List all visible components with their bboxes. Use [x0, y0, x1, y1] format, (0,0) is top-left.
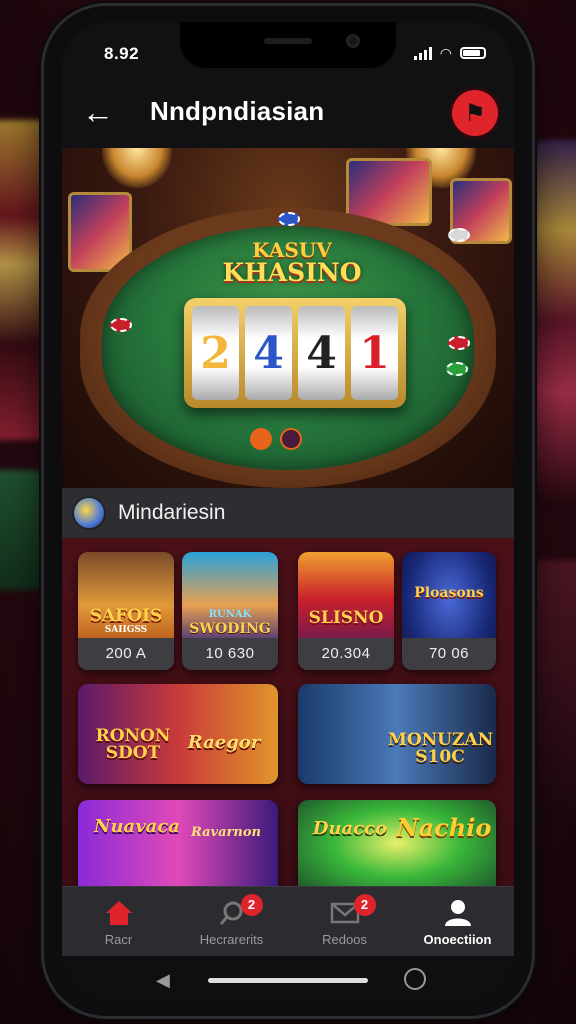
game-card-title: SLISNO [308, 608, 384, 628]
poker-chip-icon [110, 318, 132, 332]
notification-badge: 2 [240, 893, 263, 916]
poker-chip-icon [448, 228, 470, 242]
nav-label: Racr [104, 931, 133, 947]
game-card[interactable]: MONUZAN S10C [298, 684, 496, 784]
battery-icon [460, 47, 486, 59]
category-icon [74, 498, 104, 528]
bottom-navigation: Racr 2 Hecrarerits 2 Redoos Onoectiion [62, 886, 514, 957]
game-card[interactable]: RONON SDOT Raegor [78, 684, 278, 784]
games-grid: SAFOIS SAIIGSS 200 A RUNAK SWODING 10 63… [62, 538, 514, 902]
sign-line-2: KHASINO [222, 258, 362, 287]
system-home-icon[interactable] [404, 968, 426, 990]
background-machine-right-lower [531, 560, 576, 820]
game-card-subtitle: SWODING [189, 621, 271, 637]
bet-marker-icon [280, 428, 302, 450]
game-card-title: Nuavaca [94, 816, 180, 837]
notification-badge: 2 [353, 893, 376, 916]
casino-sign: KASUV KHASINO [212, 240, 372, 285]
game-card-value: 20.304 [298, 638, 394, 670]
home-indicator[interactable] [208, 978, 368, 983]
game-card-title: Ploasons [414, 585, 484, 601]
brand-logo-icon: ⚑ [464, 99, 486, 127]
nav-item-messages[interactable]: 2 Redoos [288, 887, 401, 957]
sign-line-1: KASUV [252, 238, 332, 262]
background-table-left [0, 470, 45, 590]
mail-icon: 2 [328, 893, 376, 928]
page-title: Nndpndiasian [150, 96, 325, 126]
reel-1: 2 [192, 306, 239, 400]
signal-icon [413, 46, 432, 60]
game-card[interactable]: SAFOIS SAIIGSS 200 A [78, 552, 174, 670]
poker-chip-icon [448, 336, 470, 350]
system-navigation: ◀ [62, 956, 514, 1000]
phone-frame: 8.92 ◠ ← Nndpndiasian ⚑ KASUV KHASINO 2 … [44, 6, 532, 1016]
game-card-subtitle: SAIIGSS [104, 625, 148, 635]
profile-icon [441, 898, 475, 928]
reel-3: 4 [298, 306, 345, 400]
status-icons: ◠ [413, 45, 486, 61]
game-card-title: MONUZAN S10C [388, 730, 494, 767]
search-icon: 2 [215, 893, 263, 928]
game-card-title: Duacco [312, 818, 388, 839]
nav-label: Redoos [322, 931, 367, 947]
brand-logo-button[interactable]: ⚑ [452, 90, 498, 136]
game-card-title: RONON SDOT [95, 726, 171, 763]
background-slot-machine-right [534, 140, 576, 500]
slot-reels: 2 4 4 1 [184, 298, 406, 408]
background-slot-machine-left [0, 120, 50, 440]
game-card-art [78, 800, 278, 896]
game-card[interactable]: Duacco Nachio [298, 800, 496, 896]
bet-marker-icon [250, 428, 272, 450]
phone-screen: 8.92 ◠ ← Nndpndiasian ⚑ KASUV KHASINO 2 … [62, 22, 514, 1000]
front-camera [346, 34, 360, 48]
game-card-subtitle: Ravarnon [191, 825, 261, 840]
nav-label: Hecrarerits [199, 931, 264, 947]
poker-chip-icon [446, 362, 468, 376]
poker-chip-icon [278, 212, 300, 226]
reel-2: 4 [245, 306, 292, 400]
game-card[interactable]: SLISNO 20.304 [298, 552, 394, 670]
reel-4: 1 [351, 306, 398, 400]
game-card-subtitle: Nachio [396, 813, 492, 842]
table-bet-markers [250, 428, 302, 450]
game-card-title: RUNAK [208, 609, 252, 620]
app-header: ← Nndpndiasian ⚑ [62, 82, 514, 144]
earpiece [264, 38, 312, 44]
back-button[interactable]: ← [78, 92, 118, 132]
game-card-value: 70 06 [402, 638, 496, 670]
nav-label: Onoectiion [423, 931, 492, 947]
game-card-value: 200 A [78, 638, 174, 670]
wifi-icon: ◠ [439, 45, 452, 61]
game-card-title: SAFOIS [89, 606, 163, 626]
nav-item-search[interactable]: 2 Hecrarerits [175, 887, 288, 957]
section-title: Mindariesin [118, 501, 226, 524]
hero-banner[interactable]: KASUV KHASINO 2 4 4 1 [62, 148, 514, 488]
lamp-left [102, 148, 172, 188]
game-card[interactable]: RUNAK SWODING 10 630 [182, 552, 278, 670]
nav-item-home[interactable]: Racr [62, 887, 175, 957]
home-icon [102, 898, 136, 928]
system-back-icon[interactable]: ◀ [156, 970, 170, 991]
section-header: Mindariesin [62, 488, 514, 539]
status-time: 8.92 [104, 44, 140, 63]
game-card[interactable]: Nuavaca Ravarnon [78, 800, 278, 896]
game-card-value: 10 630 [182, 638, 278, 670]
game-card[interactable]: Ploasons 70 06 [402, 552, 496, 670]
arrow-left-icon: ← [82, 93, 114, 130]
game-card-subtitle: Raegor [187, 732, 261, 753]
nav-item-profile[interactable]: Onoectiion [401, 887, 514, 957]
camera-notch [180, 22, 396, 68]
